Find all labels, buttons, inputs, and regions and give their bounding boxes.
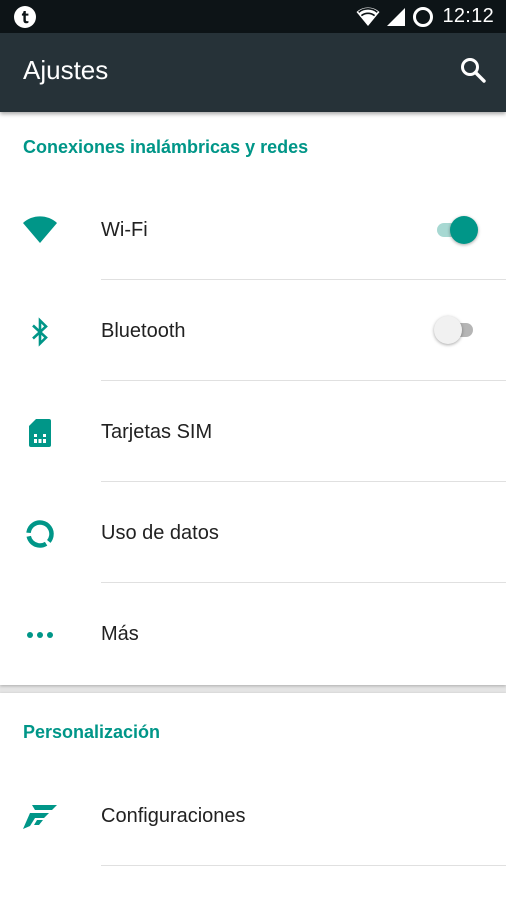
section-title-wireless: Conexiones inalámbricas y redes	[23, 137, 309, 157]
themes-icon	[22, 799, 58, 835]
settings-item-label: Configuraciones	[101, 805, 246, 827]
wifi-toggle[interactable]	[434, 215, 478, 245]
settings-item-wifi[interactable]: Wi-Fi	[0, 179, 506, 280]
settings-item-label: Tarjetas SIM	[101, 421, 213, 443]
data-usage-icon	[22, 516, 58, 552]
bluetooth-toggle[interactable]	[434, 315, 478, 345]
settings-item-data-usage[interactable]: Uso de datos	[0, 482, 506, 583]
settings-item-label: Más	[101, 623, 139, 645]
tumblr-icon	[14, 6, 36, 28]
settings-item-bluetooth[interactable]: Bluetooth	[0, 280, 506, 381]
section-title-personalization: Personalización	[23, 722, 161, 742]
settings-item-label: Uso de datos	[101, 522, 219, 544]
cell-signal-icon	[386, 7, 406, 27]
page-title: Ajustes	[23, 55, 109, 85]
bluetooth-icon	[22, 314, 58, 350]
wifi-signal-icon	[356, 7, 380, 27]
more-dots-icon	[22, 617, 58, 653]
search-icon	[460, 57, 486, 88]
app-bar: Ajustes	[0, 33, 506, 112]
settings-item-sim-cards[interactable]: Tarjetas SIM	[0, 381, 506, 482]
status-bar: 12:12	[0, 0, 506, 33]
settings-item-themes[interactable]: Configuraciones	[0, 765, 506, 866]
divider	[101, 865, 506, 866]
section-personalization: Personalización Configuraciones	[0, 693, 506, 900]
status-time: 12:12	[442, 5, 494, 27]
settings-item-more[interactable]: Más	[0, 583, 506, 684]
battery-ring-icon	[412, 6, 434, 28]
wifi-icon	[22, 212, 58, 248]
settings-item-label: Wi-Fi	[101, 219, 148, 241]
section-wireless-networks: Conexiones inalámbricas y redes Wi-Fi Bl…	[0, 112, 506, 685]
toggle-thumb	[450, 216, 478, 244]
settings-screen: 12:12 Ajustes Conexiones inalámbricas y …	[0, 0, 506, 900]
settings-item-label: Bluetooth	[101, 320, 186, 342]
toggle-thumb	[434, 316, 462, 344]
search-button[interactable]	[456, 55, 490, 89]
sim-card-icon	[22, 415, 58, 451]
